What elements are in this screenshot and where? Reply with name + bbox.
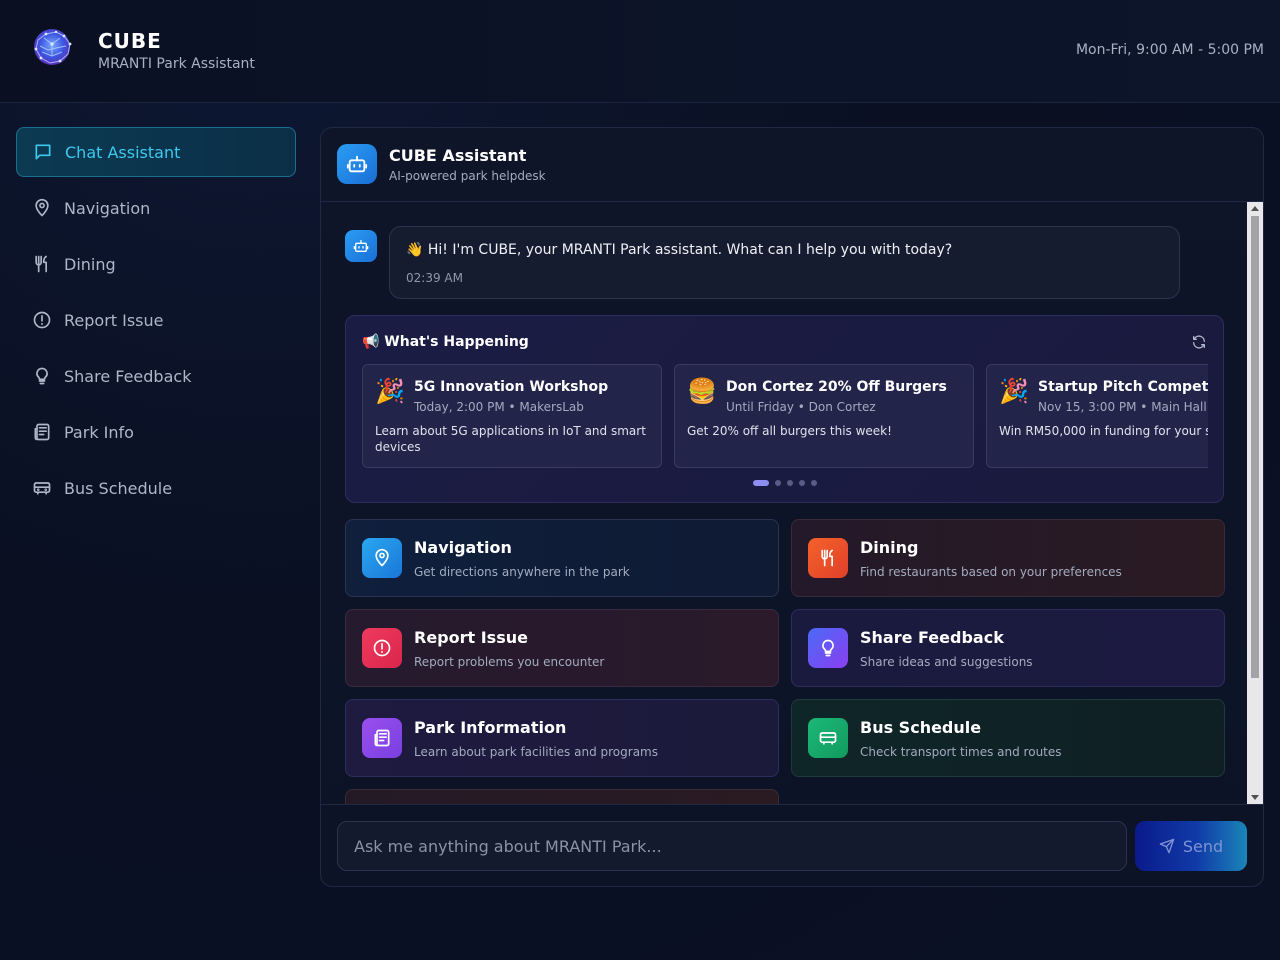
office-hours: Mon-Fri, 9:00 AM - 5:00 PM [1075, 42, 1264, 58]
carousel-dot[interactable] [774, 480, 781, 486]
event-card[interactable]: 🎉 Startup Pitch Competition Nov 15, 3:00… [986, 364, 1208, 468]
chat-input[interactable] [337, 821, 1127, 871]
event-title: Startup Pitch Competition [1038, 379, 1208, 395]
sidebar: Chat Assistant Navigation Dining Report … [16, 127, 296, 519]
event-title: 5G Innovation Workshop [414, 379, 609, 395]
message-time: 02:39 AM [406, 271, 463, 285]
scroll-up-arrow-icon[interactable] [1251, 206, 1259, 211]
lightbulb-icon [808, 628, 848, 668]
chat-panel-header: CUBE Assistant AI-powered park helpdesk [321, 128, 1263, 202]
bot-message-bubble: 👋 Hi! I'm CUBE, your MRANTI Park assista… [389, 226, 1180, 299]
app-subtitle: MRANTI Park Assistant [98, 56, 255, 72]
quick-action-title: Navigation [414, 538, 512, 557]
utensils-icon [808, 538, 848, 578]
quick-action-park-information[interactable]: Park Information Learn about park facili… [345, 699, 779, 777]
scroll-thumb[interactable] [1251, 216, 1259, 678]
quick-action-bus-schedule[interactable]: Bus Schedule Check transport times and r… [791, 699, 1225, 777]
refresh-icon[interactable] [1191, 334, 1207, 350]
quick-action-navigation[interactable]: Navigation Get directions anywhere in th… [345, 519, 779, 597]
utensils-icon [32, 254, 52, 274]
event-emoji: 🎉 [999, 377, 1029, 405]
event-description: Get 20% off all burgers this week! [687, 424, 892, 438]
send-button[interactable]: Send [1135, 821, 1247, 871]
sidebar-item-label: Chat Assistant [65, 142, 181, 162]
sidebar-item-park-info[interactable]: Park Info [16, 407, 296, 457]
quick-action-subtitle: Share ideas and suggestions [860, 655, 1033, 669]
message-text: 👋 Hi! I'm CUBE, your MRANTI Park assista… [406, 242, 953, 258]
sidebar-item-label: Park Info [64, 422, 134, 442]
event-card[interactable]: 🍔 Don Cortez 20% Off Burgers Until Frida… [674, 364, 974, 468]
map-pin-icon [362, 538, 402, 578]
quick-action-subtitle: Find restaurants based on your preferenc… [860, 565, 1122, 579]
chat-messages[interactable]: 👋 Hi! I'm CUBE, your MRANTI Park assista… [321, 202, 1249, 804]
send-icon [1159, 838, 1175, 854]
chat-panel: CUBE Assistant AI-powered park helpdesk … [320, 127, 1264, 887]
map-pin-icon [32, 198, 52, 218]
event-card[interactable]: 🎉 5G Innovation Workshop Today, 2:00 PM … [362, 364, 662, 468]
sidebar-item-dining[interactable]: Dining [16, 239, 296, 289]
quick-action-subtitle: Learn about park facilities and programs [414, 745, 658, 759]
carousel-dot[interactable] [810, 480, 817, 486]
quick-action-subtitle: Check transport times and routes [860, 745, 1062, 759]
alert-circle-icon [32, 310, 52, 330]
chat-scrollbar[interactable] [1247, 202, 1263, 804]
event-emoji: 🍔 [687, 377, 717, 405]
bus-icon [808, 718, 848, 758]
quick-action-report-issue[interactable]: Report Issue Report problems you encount… [345, 609, 779, 687]
quick-action-title: Park Information [414, 718, 567, 737]
sidebar-item-label: Bus Schedule [64, 478, 173, 498]
quick-action-share-feedback[interactable]: Share Feedback Share ideas and suggestio… [791, 609, 1225, 687]
sidebar-item-label: Share Feedback [64, 366, 192, 386]
lightbulb-icon [32, 366, 52, 386]
panel-subtitle: AI-powered park helpdesk [389, 169, 546, 183]
sidebar-item-share-feedback[interactable]: Share Feedback [16, 351, 296, 401]
carousel-dot[interactable] [786, 480, 793, 486]
sidebar-item-label: Dining [64, 254, 116, 274]
quick-action-title: Dining [860, 538, 919, 557]
app-header: CUBE MRANTI Park Assistant Mon-Fri, 9:00… [0, 0, 1280, 103]
event-description: Win RM50,000 in funding for your startup… [999, 424, 1208, 438]
event-emoji: 🎉 [375, 377, 405, 405]
sidebar-item-report-issue[interactable]: Report Issue [16, 295, 296, 345]
alert-circle-icon [362, 628, 402, 668]
panel-title: CUBE Assistant [389, 146, 527, 165]
bot-icon [337, 144, 377, 184]
sidebar-item-navigation[interactable]: Navigation [16, 183, 296, 233]
event-description: Learn about 5G applications in IoT and s… [375, 424, 646, 454]
whats-happening-panel: 📢 What's Happening 🎉 5G Innovation Works… [345, 315, 1224, 503]
quick-action-subtitle: Report problems you encounter [414, 655, 605, 669]
quick-action-dining[interactable]: Dining Find restaurants based on your pr… [791, 519, 1225, 597]
carousel-dot[interactable] [752, 480, 769, 486]
event-title: Don Cortez 20% Off Burgers [726, 379, 947, 395]
quick-action-subtitle: Get directions anywhere in the park [414, 565, 630, 579]
sidebar-item-label: Report Issue [64, 310, 164, 330]
carousel-dot[interactable] [798, 480, 805, 486]
event-meta: Nov 15, 3:00 PM • Main Hall [1038, 400, 1207, 414]
chat-input-bar: Send [321, 804, 1263, 886]
chat-icon [33, 142, 53, 162]
carousel-dots [346, 480, 1223, 486]
scroll-down-arrow-icon[interactable] [1251, 795, 1259, 800]
newspaper-icon [362, 718, 402, 758]
sidebar-item-label: Navigation [64, 198, 151, 218]
quick-action-title: Bus Schedule [860, 718, 982, 737]
bot-icon [345, 230, 377, 262]
cube-logo-icon [30, 26, 74, 68]
quick-action-partial[interactable] [345, 789, 779, 804]
event-meta: Until Friday • Don Cortez [726, 400, 876, 414]
whats-happening-title: 📢 What's Happening [362, 334, 529, 350]
sidebar-item-bus-schedule[interactable]: Bus Schedule [16, 463, 296, 513]
quick-action-title: Share Feedback [860, 628, 1004, 647]
bus-icon [32, 478, 52, 498]
app-title: CUBE [98, 29, 162, 53]
quick-action-title: Report Issue [414, 628, 528, 647]
event-meta: Today, 2:00 PM • MakersLab [414, 400, 584, 414]
event-carousel[interactable]: 🎉 5G Innovation Workshop Today, 2:00 PM … [362, 364, 1208, 470]
send-label: Send [1182, 836, 1224, 856]
newspaper-icon [32, 422, 52, 442]
sidebar-item-chat-assistant[interactable]: Chat Assistant [16, 127, 296, 177]
